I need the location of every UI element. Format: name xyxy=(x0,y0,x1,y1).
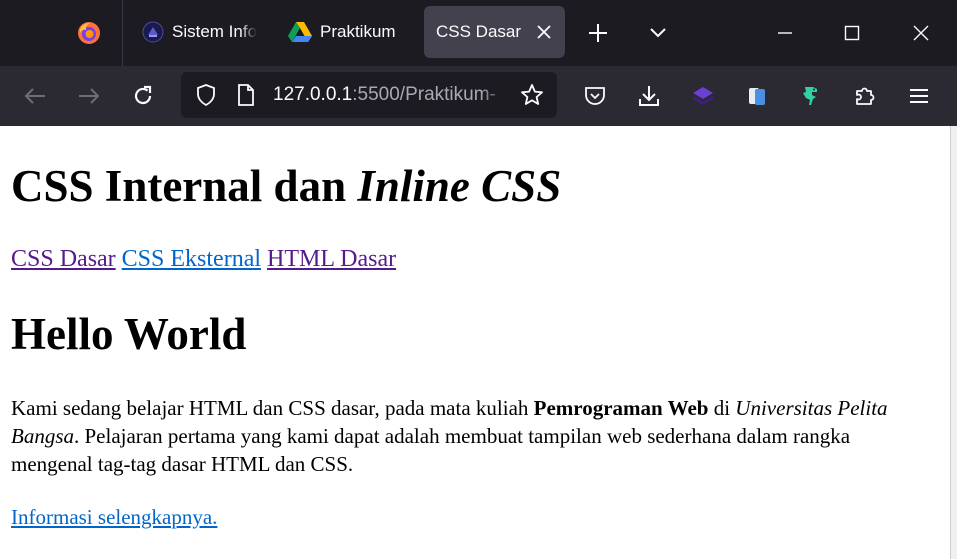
intro-paragraph: Kami sedang belajar HTML dan CSS dasar, … xyxy=(11,394,936,478)
maximize-button[interactable] xyxy=(829,14,875,52)
link-css-dasar[interactable]: CSS Dasar xyxy=(11,246,116,272)
tab-label: Sistem Info xyxy=(172,22,258,41)
star-icon xyxy=(521,84,543,105)
minimize-icon xyxy=(778,32,792,34)
arrow-right-icon xyxy=(79,88,100,104)
bookmark-star-button[interactable] xyxy=(515,78,549,112)
extension-files-button[interactable] xyxy=(738,77,776,115)
chevron-down-icon xyxy=(650,28,666,38)
extension-dino-button[interactable] xyxy=(792,77,830,115)
url-path: :5500/Praktikum- xyxy=(352,84,496,105)
minimize-button[interactable] xyxy=(762,14,808,52)
navigation-toolbar: 127.0.0.1:5500/Praktikum- xyxy=(0,66,957,126)
university-logo-icon xyxy=(142,21,164,43)
google-drive-icon xyxy=(288,22,312,42)
firefox-view-button[interactable] xyxy=(70,14,108,52)
scrollbar-edge[interactable] xyxy=(950,126,957,559)
url-host: 127.0.0.1 xyxy=(273,84,353,105)
menu-button[interactable] xyxy=(900,77,938,115)
list-all-tabs-button[interactable] xyxy=(640,14,676,52)
pocket-button[interactable] xyxy=(576,77,614,115)
page-icon xyxy=(238,84,254,106)
tab-css-dasar[interactable]: CSS Dasar xyxy=(424,6,565,58)
shield-icon xyxy=(197,84,215,106)
close-icon xyxy=(537,25,551,39)
page-title: CSS Internal dan Inline CSS xyxy=(11,160,561,212)
course-name: Pemrograman Web xyxy=(533,396,709,420)
tab-bar: Sistem Info Praktikum CSS Dasar xyxy=(0,0,957,66)
link-html-dasar[interactable]: HTML Dasar xyxy=(267,246,396,272)
maximize-icon xyxy=(844,25,860,41)
download-icon xyxy=(639,86,659,106)
more-info-link[interactable]: Informasi selengkapnya. xyxy=(11,503,217,531)
close-icon xyxy=(913,25,929,41)
hello-heading: Hello World xyxy=(11,309,247,359)
tab-label: CSS Dasar xyxy=(436,22,522,41)
tab-separator xyxy=(122,0,123,66)
downloads-button[interactable] xyxy=(630,77,668,115)
close-tab-button[interactable] xyxy=(532,20,556,44)
title-italic-text: Inline CSS xyxy=(357,161,562,211)
tab-label: Praktikum xyxy=(320,22,396,41)
nav-links: CSS Dasar CSS Eksternal HTML Dasar xyxy=(11,244,396,274)
hamburger-menu-icon xyxy=(910,89,928,103)
paragraph-text: di xyxy=(708,396,736,420)
arrow-left-icon xyxy=(24,88,45,104)
layers-extension-icon xyxy=(693,87,713,105)
extensions-button[interactable] xyxy=(846,77,884,115)
address-bar[interactable]: 127.0.0.1:5500/Praktikum- xyxy=(181,72,557,118)
puzzle-icon xyxy=(856,87,875,105)
title-text: CSS Internal dan xyxy=(11,161,358,211)
reload-button[interactable] xyxy=(124,77,162,115)
pocket-icon xyxy=(585,87,605,105)
paragraph-text: . Pelajaran pertama yang kami dapat adal… xyxy=(11,424,851,476)
site-info-button[interactable] xyxy=(229,78,263,112)
url-text[interactable]: 127.0.0.1:5500/Praktikum- xyxy=(273,72,509,118)
close-window-button[interactable] xyxy=(898,14,944,52)
new-tab-button[interactable] xyxy=(580,14,616,52)
back-button[interactable] xyxy=(16,77,54,115)
tab-praktikum[interactable]: Praktikum xyxy=(282,6,410,58)
link-css-eksternal[interactable]: CSS Eksternal xyxy=(122,246,261,272)
firefox-logo-icon xyxy=(78,22,100,44)
forward-button[interactable] xyxy=(70,77,108,115)
dinosaur-extension-icon xyxy=(803,87,817,105)
paragraph-text: Kami sedang belajar HTML dan CSS dasar, … xyxy=(11,396,534,420)
page-content: CSS Internal dan Inline CSS CSS Dasar CS… xyxy=(0,126,950,559)
reload-icon xyxy=(134,85,152,105)
files-extension-icon xyxy=(749,88,765,105)
tracking-protection-button[interactable] xyxy=(189,78,223,112)
extension-layers-button[interactable] xyxy=(684,77,722,115)
tab-sistem-info[interactable]: Sistem Info xyxy=(136,6,262,58)
plus-icon xyxy=(589,24,607,42)
